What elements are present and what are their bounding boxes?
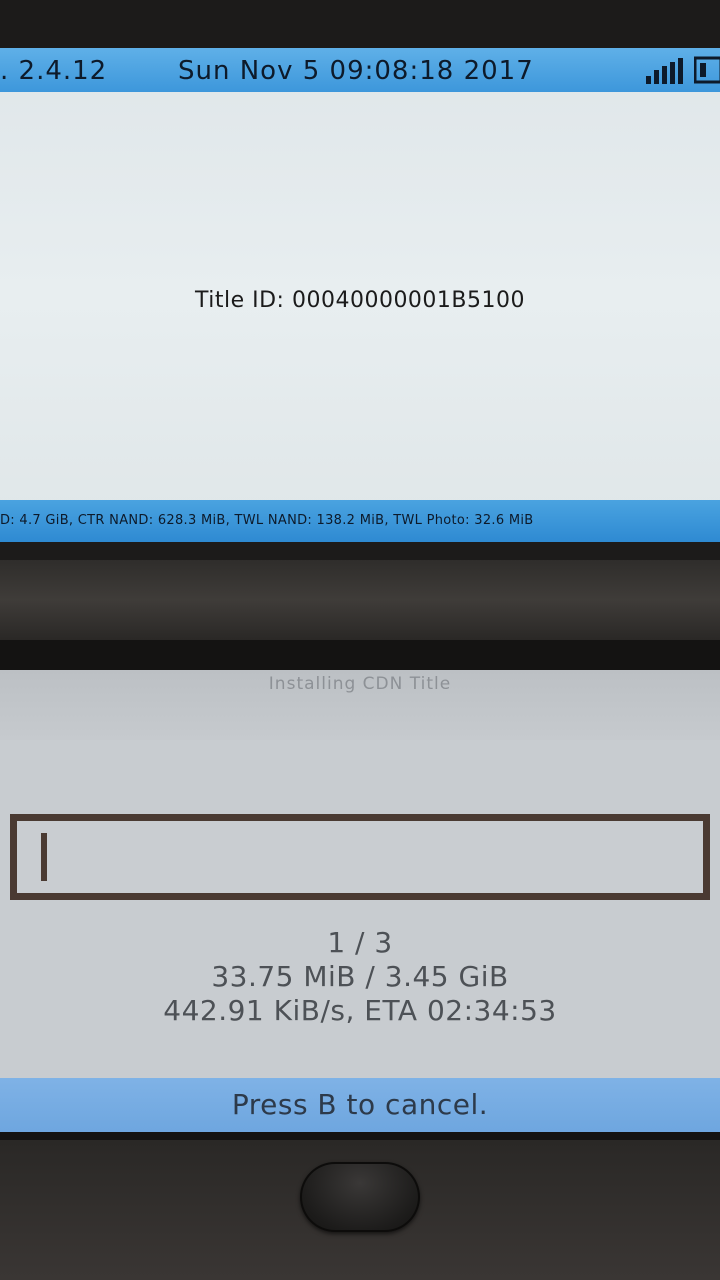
install-progress-fill [41,833,47,881]
transfer-speed-eta: 442.91 KiB/s, ETA 02:34:53 [163,994,557,1027]
top-screen: . 2.4.12 Sun Nov 5 09:08:18 2017 Title I… [0,48,720,542]
bottom-screen: Installing CDN Title 1 / 3 33.75 MiB / 3… [0,670,720,1132]
install-stats: 1 / 3 33.75 MiB / 3.45 GiB 442.91 KiB/s,… [0,926,720,1028]
install-title: Installing CDN Title [268,674,452,694]
title-id-label: Title ID: 00040000001B5100 [194,288,526,313]
install-header: Installing CDN Title [0,670,720,740]
hinge [0,560,720,640]
install-progress-bar [10,814,710,900]
title-count: 1 / 3 [327,926,393,959]
console-device: . 2.4.12 Sun Nov 5 09:08:18 2017 Title I… [0,0,720,1280]
cancel-hint[interactable]: Press B to cancel. [0,1078,720,1132]
transfer-size: 33.75 MiB / 3.45 GiB [211,960,509,993]
signal-bars-icon [646,58,683,84]
top-status-bar: . 2.4.12 Sun Nov 5 09:08:18 2017 [0,48,720,92]
date-time: Sun Nov 5 09:08:18 2017 [178,56,534,86]
battery-icon [694,56,720,84]
storage-info-bar: D: 4.7 GiB, CTR NAND: 628.3 MiB, TWL NAN… [0,500,720,542]
home-button[interactable] [300,1162,420,1232]
app-version: . 2.4.12 [0,56,108,86]
